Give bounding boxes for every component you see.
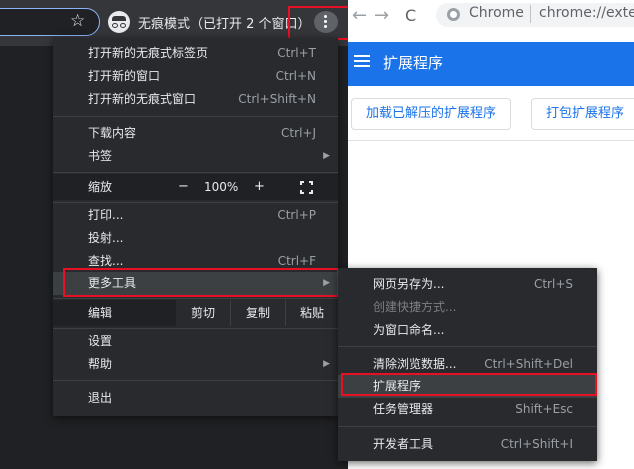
more-tools-highlight xyxy=(63,268,339,297)
submenu-divider xyxy=(338,426,597,427)
menu-zoom-row: 缩放 − 100% + xyxy=(53,174,338,200)
menu-divider xyxy=(53,116,338,117)
menu-item-settings[interactable]: 设置 xyxy=(53,330,338,353)
menu-item-exit[interactable]: 退出 xyxy=(53,387,338,410)
zoom-value: 100% xyxy=(204,180,239,194)
menu-item-cast[interactable]: 投射... xyxy=(53,227,338,250)
menu-item-downloads[interactable]: 下载内容 Ctrl+J xyxy=(53,122,338,145)
menu-divider xyxy=(53,298,338,299)
chrome-main-menu: 打开新的无痕式标签页 Ctrl+T 打开新的窗口 Ctrl+N 打开新的无痕式窗口 C… xyxy=(53,38,338,416)
pack-extension-button[interactable]: 打包扩展程序 xyxy=(531,98,634,130)
paste-button[interactable]: 粘贴 xyxy=(286,300,338,326)
reload-icon[interactable]: C xyxy=(405,6,416,26)
menu-item-bookmarks[interactable]: 书签 ▶ xyxy=(53,145,338,168)
submenu-item-dev-tools[interactable]: 开发者工具 Ctrl+Shift+I xyxy=(338,433,597,456)
hamburger-icon[interactable] xyxy=(354,55,370,57)
zoom-in-button[interactable]: + xyxy=(254,174,265,200)
omnibox-site-label: Chrome xyxy=(469,5,524,21)
menu-edit-row: 编辑 剪切 复制 粘贴 xyxy=(53,300,338,326)
menu-divider xyxy=(53,202,338,203)
submenu-item-create-shortcut: 创建快捷方式... xyxy=(373,300,457,314)
forward-arrow-icon[interactable]: → xyxy=(374,6,389,26)
submenu-arrow-icon: ▶ xyxy=(323,359,330,369)
menu-divider xyxy=(53,380,338,381)
submenu-arrow-icon: ▶ xyxy=(323,151,330,161)
submenu-divider xyxy=(338,346,597,347)
load-unpacked-button[interactable]: 加载已解压的扩展程序 xyxy=(351,98,512,130)
menu-divider xyxy=(53,172,338,173)
extensions-highlight xyxy=(341,373,597,396)
menu-item-print[interactable]: 打印... Ctrl+P xyxy=(53,204,338,227)
more-tools-submenu: 网页另存为... Ctrl+S 创建快捷方式... 为窗口命名... 清除浏览数据… xyxy=(338,268,597,461)
bookmark-star-icon[interactable]: ☆ xyxy=(70,11,85,31)
incognito-icon xyxy=(108,11,130,33)
back-arrow-icon[interactable]: ← xyxy=(352,6,367,26)
chrome-logo-icon xyxy=(447,8,460,21)
fullscreen-icon[interactable] xyxy=(300,181,313,194)
menu-item-help[interactable]: 帮助 ▶ xyxy=(53,353,338,376)
omnibox-divider xyxy=(530,5,531,23)
submenu-item-task-manager[interactable]: 任务管理器 Shift+Esc xyxy=(338,398,597,421)
menu-item-new-incognito-tab[interactable]: 打开新的无痕式标签页 Ctrl+T xyxy=(53,42,338,65)
submenu-item-save-page[interactable]: 网页另存为... Ctrl+S xyxy=(338,273,597,296)
incognito-label: 无痕模式（已打开 2 个窗口） xyxy=(138,16,311,32)
menu-item-new-window[interactable]: 打开新的窗口 Ctrl+N xyxy=(53,65,338,88)
zoom-out-button[interactable]: − xyxy=(178,174,189,200)
header-divider xyxy=(348,140,634,141)
zoom-label: 缩放 xyxy=(88,180,113,194)
menu-divider xyxy=(53,328,338,329)
submenu-item-name-window[interactable]: 为窗口命名... xyxy=(338,319,597,342)
menu-item-new-incognito-window[interactable]: 打开新的无痕式窗口 Ctrl+Shift+N xyxy=(53,88,338,111)
cut-button[interactable]: 剪切 xyxy=(176,300,230,326)
extensions-title: 扩展程序 xyxy=(383,54,444,72)
edit-label: 编辑 xyxy=(88,306,113,320)
omnibox-url[interactable]: chrome://exte xyxy=(539,5,634,21)
copy-button[interactable]: 复制 xyxy=(231,300,285,326)
incognito-indicator[interactable]: 无痕模式（已打开 2 个窗口） xyxy=(108,11,311,33)
